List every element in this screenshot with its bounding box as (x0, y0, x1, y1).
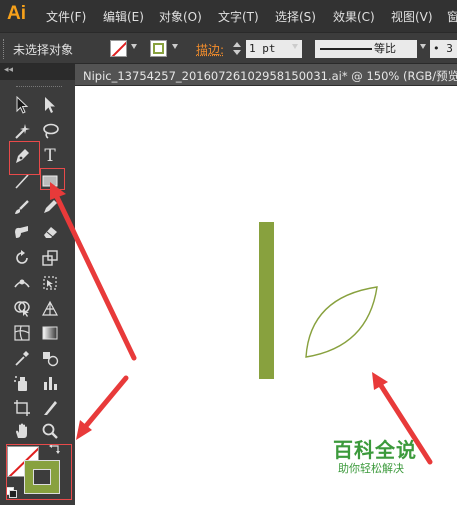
menu-select[interactable]: 选择(S) (275, 8, 316, 25)
scale-tool[interactable] (38, 247, 62, 269)
column-graph-tool[interactable] (38, 372, 62, 394)
column-graph-tool-icon (44, 377, 57, 390)
symbol-sprayer-tool-icon (14, 376, 27, 391)
hand-tool[interactable] (10, 420, 34, 442)
mesh-tool-icon (14, 325, 30, 341)
lasso-tool[interactable] (38, 120, 62, 142)
stroke-weight-field[interactable]: 1 pt (246, 40, 302, 58)
free-transform-tool-icon (43, 276, 57, 290)
fill-dropdown-arrow[interactable] (131, 44, 137, 49)
no-fill-icon (111, 41, 126, 56)
watermark-title: 百科全说 (333, 438, 417, 462)
leaf-path-shape[interactable] (300, 282, 382, 362)
paintbrush-tool-icon (15, 200, 29, 214)
blob-brush-tool-icon (15, 226, 28, 238)
rotate-tool[interactable] (10, 247, 34, 269)
watermark-subtitle: 助你轻松解决 (338, 462, 404, 475)
stroke-swatch[interactable] (150, 40, 167, 57)
rotate-tool-icon (16, 250, 28, 264)
gradient-tool-icon (42, 326, 58, 340)
free-transform-tool[interactable] (38, 272, 62, 294)
paintbrush-tool[interactable] (10, 196, 34, 218)
document-tab-title: Nipic_13754257_20160726102958150031.ai* … (83, 69, 457, 83)
slice-tool-icon (44, 401, 57, 415)
collapse-icon[interactable]: ◂◂ (4, 65, 13, 75)
width-tool[interactable] (10, 272, 34, 294)
perspective-grid-tool[interactable] (38, 297, 62, 319)
artboard-tool[interactable] (10, 397, 34, 419)
stroke-dropdown-arrow[interactable] (172, 44, 178, 49)
app-logo: Ai (7, 3, 26, 24)
stroke-swatch-icon (153, 43, 164, 54)
menu-window[interactable]: 窗 (447, 8, 457, 25)
stroke-profile-label: 等比 (374, 42, 396, 55)
stroke-label[interactable]: 描边: (196, 41, 224, 58)
menu-effect[interactable]: 效果(C) (333, 8, 375, 25)
selection-tool-icon (16, 96, 29, 114)
menu-file[interactable]: 文件(F) (46, 8, 86, 25)
zoom-tool-icon (42, 423, 58, 439)
menu-view[interactable]: 视图(V) (391, 8, 433, 25)
blob-brush-tool[interactable] (10, 221, 34, 243)
control-bar: 未选择对象 描边: 1 pt 等比 • 3 (0, 32, 457, 64)
eraser-tool[interactable] (38, 221, 62, 243)
magic-wand-tool-icon (15, 124, 30, 139)
blend-tool[interactable] (38, 347, 62, 369)
green-rectangle-shape[interactable] (259, 222, 274, 379)
artboard-tool-icon (14, 400, 30, 416)
menu-object[interactable]: 对象(O) (159, 8, 202, 25)
pencil-tool[interactable] (38, 196, 62, 218)
perspective-grid-tool-icon (41, 300, 59, 316)
eraser-tool-icon (44, 227, 57, 238)
direct-selection-tool[interactable] (38, 94, 62, 116)
hand-tool-icon (16, 423, 27, 438)
scale-tool-icon (42, 250, 58, 266)
selection-tool[interactable] (10, 94, 34, 116)
slice-tool[interactable] (38, 397, 62, 419)
toolbox-divider (16, 86, 62, 87)
selection-status: 未选择对象 (13, 43, 74, 57)
width-tool-icon (14, 279, 30, 288)
stroke-profile-select[interactable]: 等比 (315, 40, 417, 58)
magic-wand-tool[interactable] (10, 120, 34, 142)
stroke-weight-stepper[interactable] (232, 41, 242, 57)
document-tab[interactable]: Nipic_13754257_20160726102958150031.ai* … (75, 64, 457, 86)
lasso-tool-icon (43, 123, 59, 139)
direct-selection-tool-icon (45, 97, 55, 113)
fill-swatch[interactable] (110, 40, 127, 57)
stroke-profile-line (320, 48, 372, 50)
shape-builder-tool-icon (14, 301, 30, 317)
zoom-tool[interactable] (38, 420, 62, 442)
blend-tool-icon (43, 352, 59, 367)
type-tool-icon: T (44, 146, 56, 166)
gradient-tool[interactable] (38, 322, 62, 344)
toolbox-header[interactable]: ◂◂ (0, 64, 75, 80)
stroke-profile-dropdown-arrow[interactable] (420, 44, 426, 49)
eyedropper-tool-icon (15, 351, 29, 366)
shape-builder-tool[interactable] (10, 297, 34, 319)
brush-definition-field[interactable]: • 3 (430, 40, 457, 58)
control-bar-grip[interactable] (3, 39, 7, 59)
color-widget-highlight (6, 444, 72, 500)
rectangle-tool-highlight (40, 168, 65, 190)
type-tool[interactable]: T (38, 145, 62, 167)
menu-type[interactable]: 文字(T) (218, 8, 259, 25)
menu-edit[interactable]: 编辑(E) (103, 8, 144, 25)
menu-bar: Ai 文件(F) 编辑(E) 对象(O) 文字(T) 选择(S) 效果(C) 视… (0, 0, 457, 32)
symbol-sprayer-tool[interactable] (10, 372, 34, 394)
eyedropper-tool[interactable] (10, 347, 34, 369)
pen-tool-highlight (9, 141, 40, 175)
mesh-tool[interactable] (10, 322, 34, 344)
pencil-tool-icon (44, 200, 57, 213)
stroke-weight-dropdown-arrow[interactable] (292, 44, 298, 49)
